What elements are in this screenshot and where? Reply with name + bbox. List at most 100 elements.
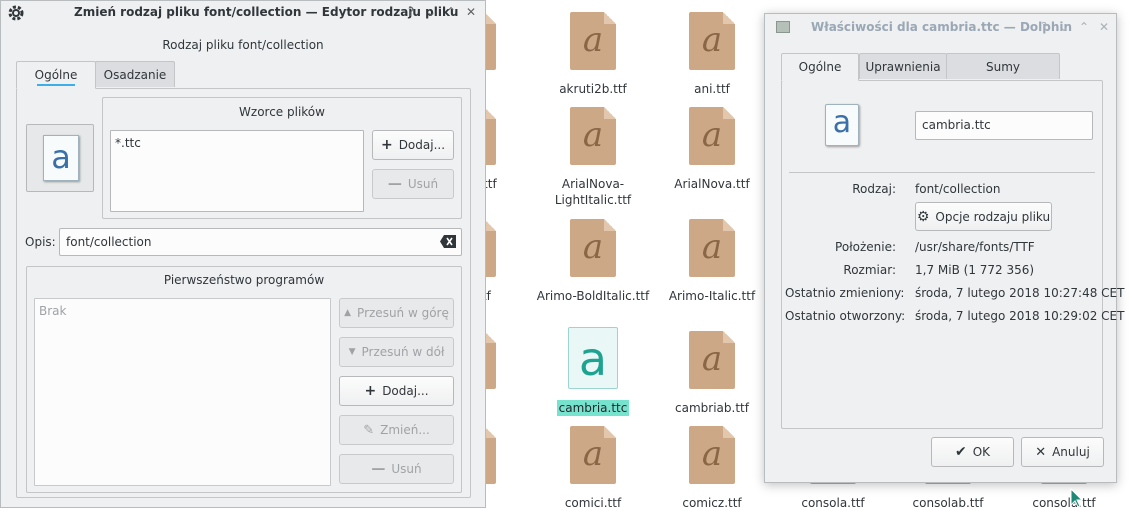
file-name: ani.ttf [694, 82, 730, 96]
move-down-button[interactable]: ▼ Przesuń w dół [339, 337, 454, 367]
description-value: font/collection [66, 235, 152, 249]
help-icon[interactable]: ? [1036, 19, 1052, 35]
tab-general[interactable]: Ogólne [16, 61, 96, 89]
file-type-options-label: Opcje rodzaju pliku [935, 209, 1051, 224]
window-title: Właściwości dla cambria.ttc — Dolphin [811, 20, 1073, 34]
arrow-up-icon: ▲ [344, 308, 352, 318]
file-name: consola.ttf [1032, 496, 1096, 510]
app-menu-icon[interactable] [7, 4, 25, 22]
file-item[interactable]: a ani.ttf [652, 12, 772, 97]
size-value: 1,7 MiB (1 772 356) [915, 263, 1035, 277]
file-name: cambria.ttc [556, 400, 630, 416]
titlebar[interactable]: Zmień rodzaj pliku font/collection — Edy… [1, 1, 485, 25]
minimize-icon[interactable]: ⌄ [423, 4, 439, 20]
font-collection-file-icon: a [568, 327, 618, 389]
filename-input[interactable]: cambria.ttc [915, 111, 1093, 140]
tab-general[interactable]: Ogólne [781, 53, 859, 81]
font-file-icon: a [570, 107, 616, 165]
file-name: comici.ttf [564, 496, 622, 510]
file-item[interactable]: a Arimo-Italic.ttf [652, 219, 772, 304]
tab-permissions[interactable]: Uprawnienia [859, 53, 947, 79]
file-glyph: a [582, 227, 604, 267]
tab-embedding[interactable]: Osadzanie [95, 61, 175, 87]
file-glyph: a [582, 20, 604, 60]
add-pattern-button[interactable]: + Dodaj... [372, 130, 454, 160]
file-name: consola.ttf [801, 496, 865, 510]
maximize-icon[interactable]: ⌃ [1076, 19, 1092, 35]
close-icon[interactable]: ✕ [1096, 19, 1112, 35]
size-label: Rozmiar: [843, 263, 896, 277]
edit-app-button[interactable]: ✎ Zmień... [339, 415, 454, 445]
font-file-icon: a [570, 219, 616, 277]
file-item[interactable]: a ArialNova.ttf [652, 107, 772, 192]
checkmark-icon: ✔ [954, 444, 967, 460]
description-input[interactable]: font/collection [59, 228, 462, 256]
tab-checksums[interactable]: Sumy sprawdzające [946, 53, 1060, 100]
app-priority-title: Pierwszeństwo programów [163, 273, 325, 287]
file-item[interactable]: a comicz.ttf [652, 426, 772, 511]
file-name: akruti2b.ttf [559, 82, 627, 96]
filename-value: cambria.ttc [922, 118, 991, 132]
file-name: comicz.ttf [682, 496, 742, 510]
file-name: Arimo-BoldItalic.ttf [536, 289, 650, 303]
file-item[interactable]: a cambriab.ttf [652, 331, 772, 416]
font-file-icon: a [689, 426, 735, 484]
font-glyph: a [51, 138, 71, 176]
remove-pattern-label: Usuń [407, 177, 439, 191]
clear-input-icon[interactable] [440, 235, 456, 248]
move-up-button[interactable]: ▲ Przesuń w górę [339, 298, 454, 328]
file-glyph: a [701, 339, 723, 379]
file-type-options-button[interactable]: ⚙ Opcje rodzaju pliku [915, 202, 1052, 231]
font-file-icon: a [689, 107, 735, 165]
minus-icon: — [387, 176, 402, 192]
dolphin-app-icon[interactable] [776, 21, 790, 33]
file-item[interactable]: a akruti2b.ttf [533, 12, 653, 97]
cancel-button[interactable]: ✕ Anuluj [1021, 437, 1104, 467]
font-file-icon: a [689, 12, 735, 70]
minimize-icon[interactable]: ⌄ [1056, 19, 1072, 35]
add-app-button[interactable]: + Dodaj... [339, 376, 454, 406]
file-item[interactable]: a Arimo-BoldItalic.ttf [533, 219, 653, 304]
accessed-label: Ostatnio otworzony: [785, 309, 906, 323]
file-glyph: a [701, 20, 723, 60]
maximize-icon[interactable]: ⌃ [443, 4, 459, 20]
plus-icon: + [364, 383, 377, 399]
separator [789, 172, 1095, 173]
font-file-icon: a [43, 135, 79, 181]
filetype-icon-button[interactable]: a [26, 124, 94, 192]
remove-app-button[interactable]: — Usuń [339, 454, 454, 484]
gear-icon: ⚙ [916, 208, 930, 225]
mouse-cursor-icon [1070, 487, 1084, 508]
add-pattern-label: Dodaj... [398, 138, 446, 152]
ok-button[interactable]: ✔ OK [931, 437, 1014, 467]
location-value: /usr/share/fonts/TTF [915, 240, 1035, 254]
pattern-item[interactable]: *.ttc [115, 136, 359, 150]
description-label: Opis: [25, 235, 56, 249]
cancel-label: Anuluj [1052, 445, 1090, 459]
app-priority-list[interactable]: Brak [34, 298, 331, 486]
properties-window: Właściwości dla cambria.ttc — Dolphin ? … [764, 13, 1124, 483]
remove-app-label: Usuń [391, 462, 422, 476]
close-icon[interactable]: ✕ [463, 4, 479, 20]
font-file-icon: a [570, 12, 616, 70]
file-name: Arimo-Italic.ttf [668, 289, 756, 303]
file-glyph: a [582, 434, 604, 474]
remove-pattern-button[interactable]: — Usuń [372, 169, 454, 199]
titlebar[interactable]: Właściwości dla cambria.ttc — Dolphin ? … [765, 14, 1116, 38]
help-icon[interactable]: ? [403, 4, 419, 20]
filetype-editor-window: Zmień rodzaj pliku font/collection — Edy… [0, 0, 486, 508]
location-label: Położenie: [835, 240, 896, 254]
file-glyph: a [578, 332, 608, 386]
patterns-list[interactable]: *.ttc [110, 130, 364, 212]
tab-general-label: Ogólne [798, 60, 842, 74]
arrow-down-icon: ▼ [348, 347, 356, 357]
file-item[interactable]: a comici.ttf [533, 426, 653, 511]
file-item[interactable]: a cambria.ttc [533, 327, 653, 416]
window-title: Zmień rodzaj pliku font/collection — Edy… [74, 5, 459, 19]
file-item[interactable]: a ArialNova-LightItalic.ttf [533, 107, 653, 208]
accessed-value: środa, 7 lutego 2018 10:29:02 CET [915, 309, 1125, 323]
file-glyph: a [701, 115, 723, 155]
filetype-heading: Rodzaj pliku font/collection [162, 38, 324, 52]
cancel-x-icon: ✕ [1035, 444, 1047, 460]
font-file-icon: a [825, 104, 859, 146]
